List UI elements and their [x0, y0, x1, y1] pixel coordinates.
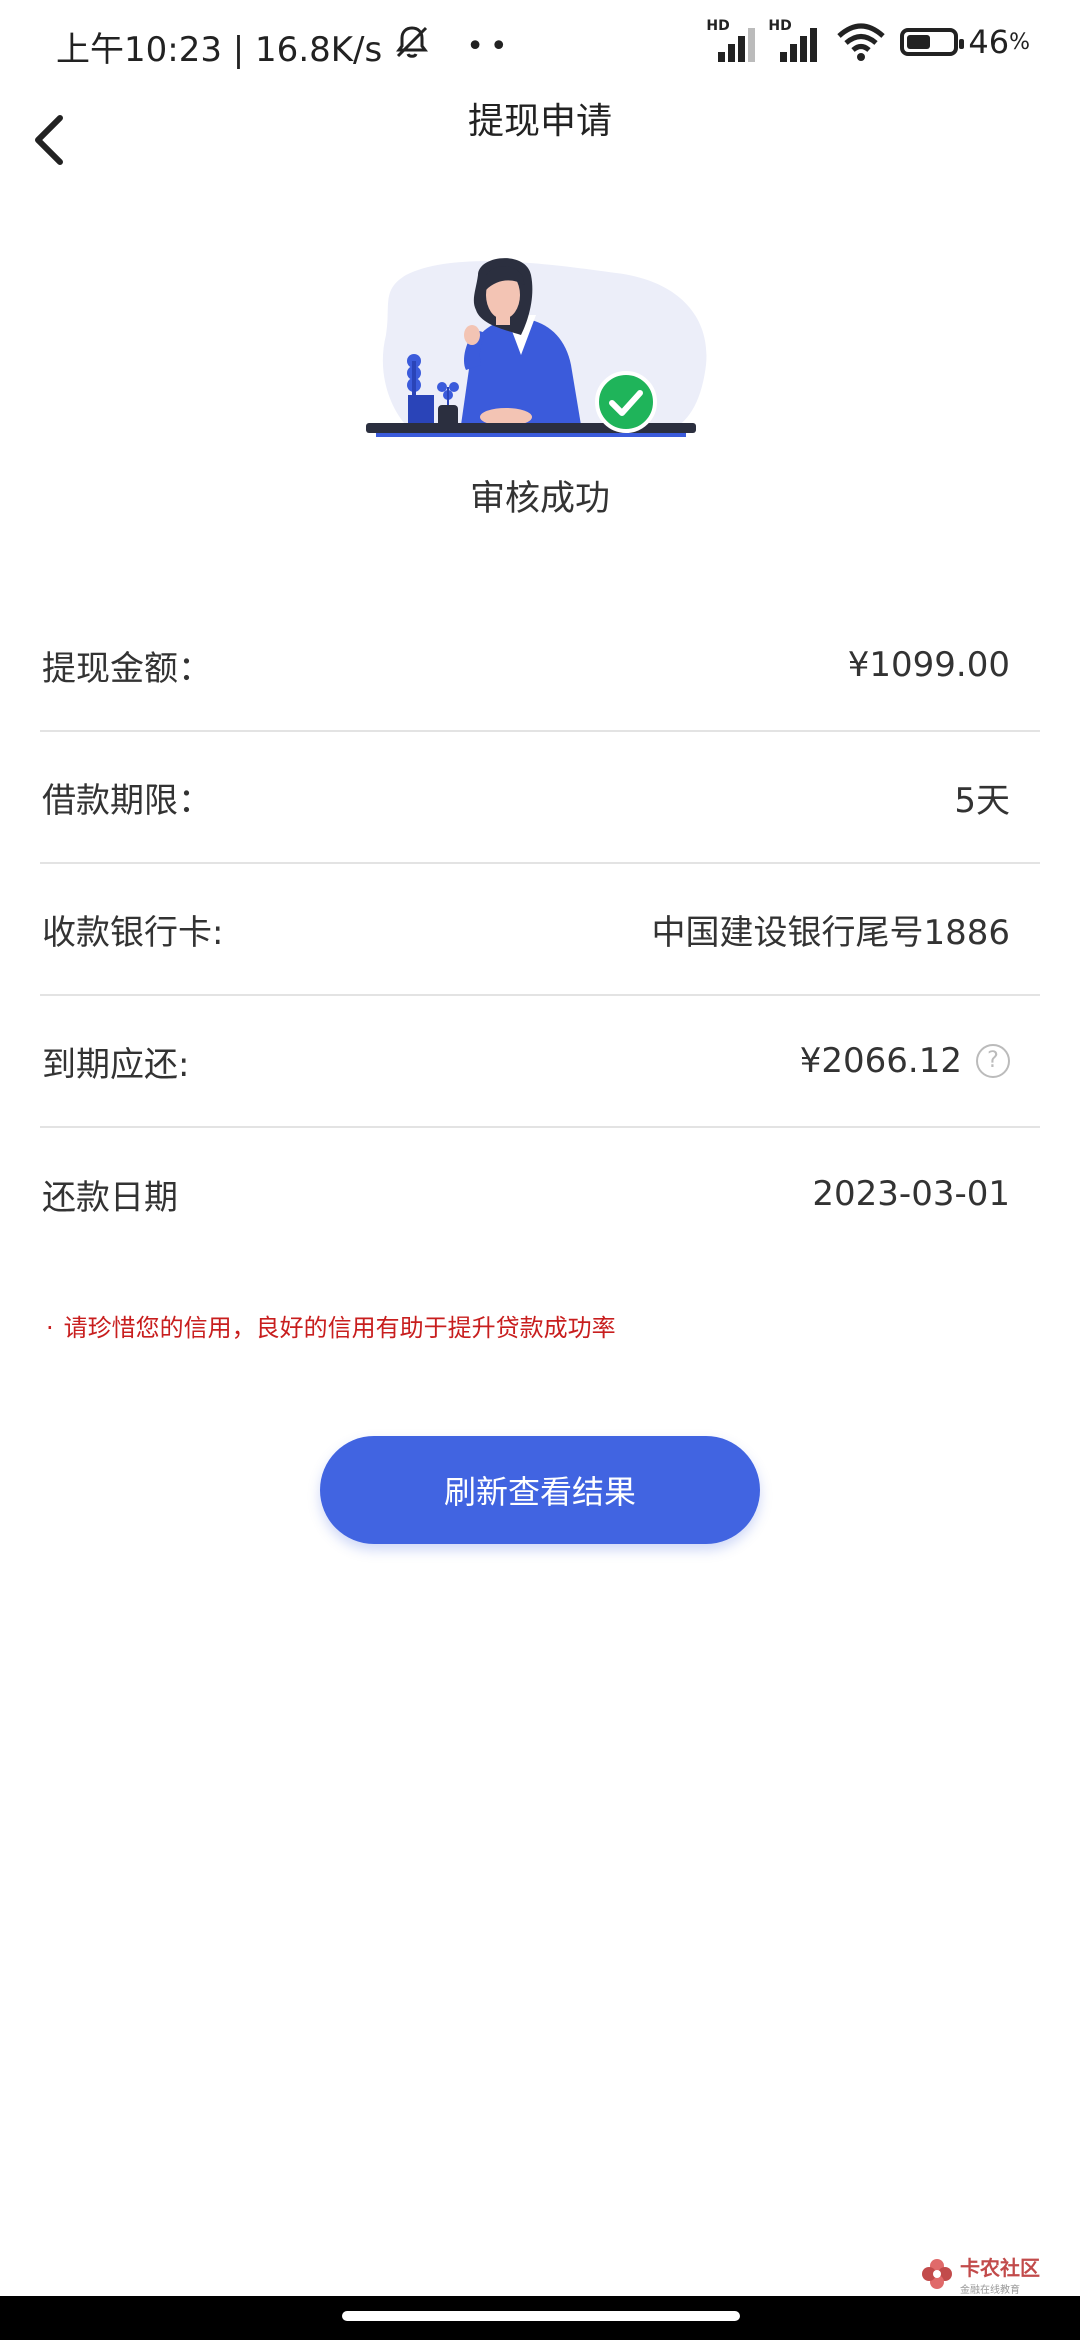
- battery-icon: [900, 28, 965, 56]
- watermark-text: 卡农社区 金融在线教育: [960, 2252, 1040, 2296]
- row-loan-term: 借款期限： 5天: [40, 732, 1040, 864]
- refresh-result-button[interactable]: 刷新查看结果: [320, 1436, 760, 1544]
- check-circle-icon: [595, 371, 657, 433]
- wifi-icon: [836, 22, 886, 62]
- notice-text: 请珍惜您的信用，良好的信用有助于提升贷款成功率: [63, 1314, 616, 1342]
- success-illustration: [366, 255, 716, 455]
- status-left: 上午10:23 | 16.8K/s ••: [56, 22, 514, 71]
- withdraw-amount-value: ¥1099.00: [847, 645, 1010, 685]
- home-indicator[interactable]: [342, 2311, 740, 2321]
- watermark-logo: 卡农社区 金融在线教育: [920, 2252, 1040, 2296]
- watermark-title: 卡农社区: [960, 2256, 1040, 2280]
- signal-1-icon: HD: [706, 18, 758, 62]
- help-icon[interactable]: ?: [976, 1044, 1010, 1078]
- row-repay-date: 还款日期 2023-03-01: [40, 1128, 1040, 1260]
- loan-term-value: 5天: [954, 780, 1010, 821]
- row-withdraw-amount: 提现金额： ¥1099.00: [40, 600, 1040, 732]
- page-title: 提现申请: [467, 101, 612, 142]
- mute-bell-icon: [392, 22, 432, 71]
- due-amount-label: 到期应还:: [42, 1044, 190, 1085]
- hd-label-2: HD: [768, 18, 792, 34]
- more-notifications-icon: ••: [466, 29, 514, 64]
- row-due-amount: 到期应还: ¥2066.12 ?: [40, 996, 1040, 1128]
- watermark-subtitle: 金融在线教育: [960, 2285, 1020, 2296]
- review-status-text: 审核成功: [469, 479, 610, 519]
- bank-card-label: 收款银行卡:: [42, 912, 224, 953]
- notice-bullet: ·: [46, 1314, 54, 1342]
- signal-2-icon: HD: [768, 18, 820, 62]
- due-amount-value: ¥2066.12: [799, 1041, 962, 1081]
- battery-percent: 46: [968, 23, 1010, 61]
- flower-logo-icon: [922, 2259, 952, 2289]
- status-right: HD HD 46 %: [706, 18, 1030, 62]
- repay-date-label: 还款日期: [42, 1177, 178, 1218]
- battery-percent-unit: %: [1009, 29, 1030, 55]
- withdraw-amount-label: 提现金额：: [42, 648, 212, 689]
- row-bank-card: 收款银行卡: 中国建设银行尾号1886: [40, 864, 1040, 996]
- credit-notice: · 请珍惜您的信用，良好的信用有助于提升贷款成功率: [46, 1308, 616, 1343]
- bank-card-value: 中国建设银行尾号1886: [651, 912, 1010, 953]
- nav-bar: 提现申请: [0, 90, 1080, 190]
- due-amount-wrap: ¥2066.12 ?: [800, 1041, 1010, 1081]
- withdrawal-details: 提现金额： ¥1099.00 借款期限： 5天 收款银行卡: 中国建设银行尾号1…: [40, 600, 1040, 1260]
- hd-label-1: HD: [706, 18, 730, 34]
- loan-term-label: 借款期限：: [42, 780, 212, 821]
- status-time-speed: 上午10:23 | 16.8K/s: [56, 30, 383, 70]
- status-bar: 上午10:23 | 16.8K/s •• HD HD 46 %: [0, 0, 1080, 90]
- repay-date-value: 2023-03-01: [812, 1174, 1010, 1214]
